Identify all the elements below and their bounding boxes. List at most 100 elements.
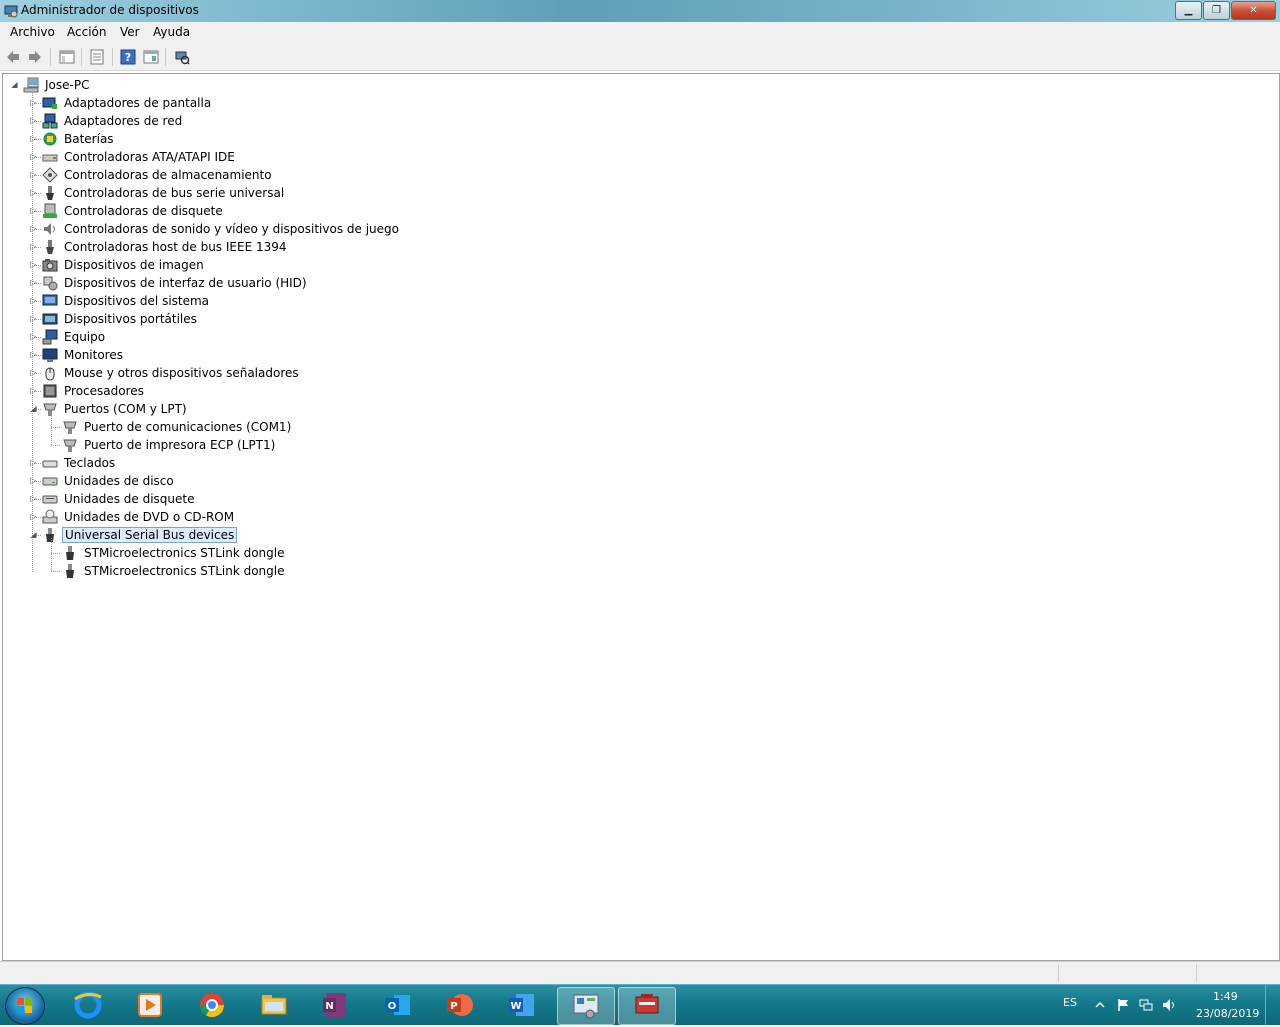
list-view-icon[interactable] (88, 48, 106, 66)
tree-root-computer[interactable]: Jose-PC (23, 76, 91, 94)
expand-arrow-icon[interactable]: ▷ (29, 494, 38, 503)
taskbar-app[interactable]: O (372, 987, 424, 1023)
expand-arrow-icon[interactable]: ▷ (29, 512, 38, 521)
tree-category[interactable]: Dispositivos de imagen (42, 256, 206, 274)
tree-device-label: STMicroelectronics STLink dongle (84, 546, 285, 560)
collapse-arrow-icon[interactable]: ◢ (10, 80, 19, 89)
taskbar-app[interactable] (557, 987, 615, 1025)
expand-arrow-icon[interactable]: ▷ (29, 152, 38, 161)
tree-category[interactable]: Controladoras de almacenamiento (42, 166, 274, 184)
expand-arrow-icon[interactable]: ▷ (29, 458, 38, 467)
tree-category[interactable]: Baterías (42, 130, 116, 148)
tree-category[interactable]: Equipo (42, 328, 107, 346)
expand-arrow-icon[interactable]: ▷ (29, 350, 38, 359)
expand-arrow-icon[interactable]: ▷ (29, 224, 38, 233)
minimize-button[interactable]: ▁ (1175, 1, 1202, 20)
menu-ver[interactable]: Ver (120, 25, 140, 39)
tree-category[interactable]: Controladoras ATA/ATAPI IDE (42, 148, 237, 166)
ieee1394-icon (46, 240, 54, 254)
help-icon[interactable]: ? (119, 48, 137, 66)
expand-arrow-icon[interactable]: ▷ (29, 116, 38, 125)
tree-category[interactable]: Unidades de disco (42, 472, 176, 490)
tree-category[interactable]: Controladoras de bus serie universal (42, 184, 286, 202)
expand-arrow-icon[interactable]: ▷ (29, 368, 38, 377)
tree-category[interactable]: Puertos (COM y LPT) (42, 400, 189, 418)
network-icon[interactable] (1139, 998, 1153, 1012)
tree-connector (51, 412, 52, 445)
expand-arrow-icon[interactable]: ▷ (29, 170, 38, 179)
taskbar-app[interactable] (62, 987, 114, 1023)
tree-category[interactable]: Controladoras de sonido y vídeo y dispos… (42, 220, 401, 238)
taskbar-app[interactable] (248, 987, 300, 1023)
show-hidden-icons-icon[interactable] (1093, 998, 1107, 1012)
expand-arrow-icon[interactable]: ▷ (29, 188, 38, 197)
tree-category[interactable]: Monitores (42, 346, 125, 364)
maximize-button[interactable]: ❐ (1203, 1, 1230, 20)
tree-category[interactable]: Dispositivos de interfaz de usuario (HID… (42, 274, 309, 292)
expand-arrow-icon[interactable]: ▷ (29, 386, 38, 395)
volume-icon[interactable] (1162, 998, 1176, 1012)
toolbar-separator (50, 48, 51, 66)
taskbar-app[interactable]: P (434, 987, 486, 1023)
tree-device[interactable]: Puerto de comunicaciones (COM1) (62, 418, 293, 436)
tree-category[interactable]: Unidades de disquete (42, 490, 196, 508)
title-bar[interactable]: Administrador de dispositivos ▁ ❐ ✕ (0, 0, 1280, 22)
tree-category-label: Puertos (COM y LPT) (64, 402, 187, 416)
clock-date[interactable]: 23/08/2019 (1196, 1007, 1259, 1020)
menu-accion[interactable]: Acción (67, 25, 106, 39)
tree-category[interactable]: Dispositivos portátiles (42, 310, 199, 328)
expand-arrow-icon[interactable]: ▷ (29, 332, 38, 341)
show-desktop-button[interactable] (1265, 985, 1280, 1025)
taskbar-app[interactable] (124, 987, 176, 1023)
tree-category[interactable]: Procesadores (42, 382, 146, 400)
tree-device[interactable]: STMicroelectronics STLink dongle (62, 544, 287, 562)
start-button[interactable] (5, 987, 45, 1025)
tree-category-label: Adaptadores de red (64, 114, 183, 128)
tree-category[interactable]: Controladoras de disquete (42, 202, 225, 220)
collapse-arrow-icon[interactable]: ◢ (29, 404, 38, 413)
word-icon: W (509, 994, 534, 1016)
menu-archivo[interactable]: Archivo (10, 25, 55, 39)
menu-ayuda[interactable]: Ayuda (153, 25, 190, 39)
console-tree-icon[interactable] (142, 48, 160, 66)
collapse-arrow-icon[interactable]: ◢ (29, 530, 38, 539)
taskbar-app[interactable]: N (310, 987, 362, 1023)
properties-view-icon[interactable] (58, 48, 76, 66)
close-button[interactable]: ✕ (1231, 1, 1276, 20)
tree-device[interactable]: Puerto de impresora ECP (LPT1) (62, 436, 277, 454)
tree-category[interactable]: Controladoras host de bus IEEE 1394 (42, 238, 289, 256)
expand-arrow-icon[interactable]: ▷ (29, 314, 38, 323)
tree-category[interactable]: Adaptadores de red (42, 112, 184, 130)
action-center-flag-icon[interactable] (1116, 998, 1130, 1012)
mouse-icon (45, 367, 55, 381)
expand-arrow-icon[interactable]: ▷ (29, 134, 38, 143)
storage-controller-icon (42, 167, 58, 183)
expand-arrow-icon[interactable]: ▷ (29, 260, 38, 269)
tree-category-label: Unidades de disquete (64, 492, 195, 506)
device-tree[interactable]: ◢ Jose-PC ▷ Adaptadores de pantalla ▷ Adapt… (2, 73, 1280, 961)
expand-arrow-icon[interactable]: ▷ (29, 242, 38, 251)
tree-category[interactable]: Unidades de DVD o CD-ROM (42, 508, 236, 526)
tree-category[interactable]: Universal Serial Bus devices (42, 526, 238, 544)
system-device-icon (42, 294, 58, 306)
taskbar-app[interactable] (618, 987, 676, 1025)
tree-category[interactable]: Adaptadores de pantalla (42, 94, 213, 112)
tree-category[interactable]: Mouse y otros dispositivos señaladores (42, 364, 301, 382)
clock-time[interactable]: 1:49 (1213, 990, 1238, 1003)
tree-category[interactable]: Dispositivos del sistema (42, 292, 211, 310)
window-title: Administrador de dispositivos (21, 3, 199, 17)
expand-arrow-icon[interactable]: ▷ (29, 206, 38, 215)
expand-arrow-icon[interactable]: ▷ (29, 296, 38, 305)
svg-text:W: W (510, 1001, 521, 1012)
language-indicator[interactable]: ES (1063, 996, 1077, 1009)
expand-arrow-icon[interactable]: ▷ (29, 476, 38, 485)
forward-icon[interactable] (26, 48, 44, 66)
taskbar-app[interactable]: W (496, 987, 548, 1023)
expand-arrow-icon[interactable]: ▷ (29, 98, 38, 107)
tree-device[interactable]: STMicroelectronics STLink dongle (62, 562, 287, 580)
taskbar-app[interactable] (186, 987, 238, 1023)
scan-hardware-icon[interactable] (173, 48, 191, 66)
back-icon[interactable] (4, 48, 22, 66)
tree-category[interactable]: Teclados (42, 454, 117, 472)
expand-arrow-icon[interactable]: ▷ (29, 278, 38, 287)
